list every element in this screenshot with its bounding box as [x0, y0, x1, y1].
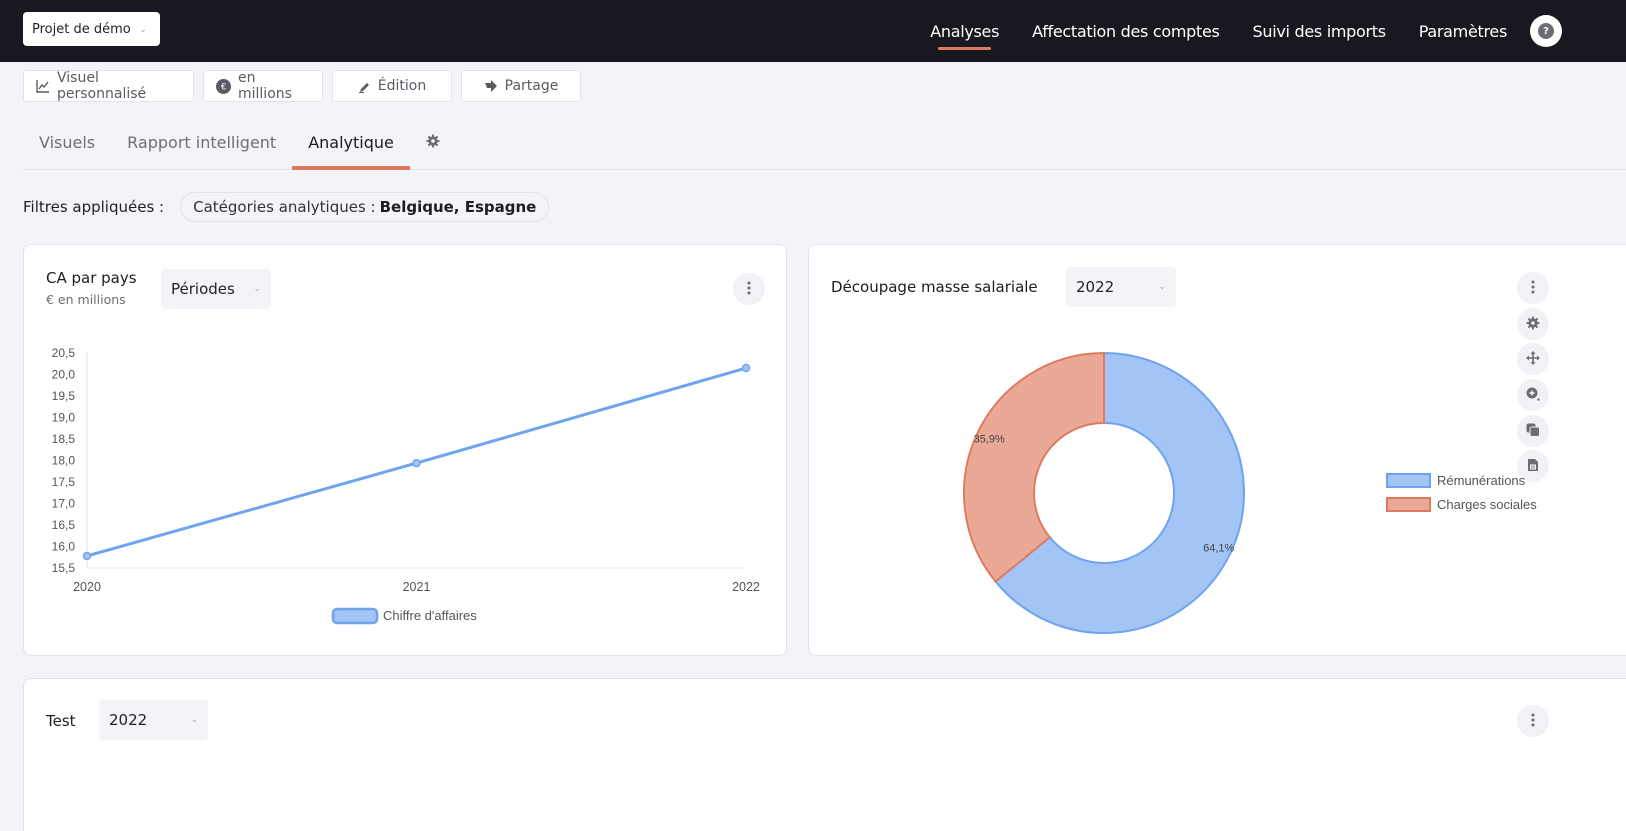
legend-label: Charges sociales	[1437, 497, 1537, 512]
y-tick-label: 15,5	[52, 561, 76, 575]
chevron-down-icon: ⌄	[138, 23, 148, 35]
help-button[interactable]: ?	[1530, 15, 1562, 47]
masse-salariale-card: Découpage masse salariale 2022 ⌄ 64,1% 3…	[808, 244, 1626, 656]
more-vertical-icon	[1531, 712, 1535, 731]
nav-affectation-comptes[interactable]: Affectation des comptes	[1032, 0, 1220, 62]
filter-chip-key: Catégories analytiques :	[193, 198, 376, 216]
custom-visual-button[interactable]: Visuel personnalisé	[23, 70, 194, 102]
project-select-label: Projet de démo	[32, 21, 131, 37]
line-chart: 20,5 20,0 19,5 19,0 18,5 18,0 17,5 17,0 16,5 16,0…	[52, 346, 760, 625]
view-tabs: Visuels Rapport intelligent Analytique	[23, 116, 1626, 170]
toolbar: Visuel personnalisé € en millions Éditio…	[23, 70, 581, 102]
edit-button[interactable]: Édition	[332, 70, 452, 102]
tab-rapport-intelligent[interactable]: Rapport intelligent	[111, 116, 292, 169]
chevron-down-icon: ⌄	[190, 715, 198, 725]
legend-swatch	[1386, 497, 1431, 512]
card-menu-button[interactable]	[1517, 705, 1549, 737]
year-select[interactable]: 2022 ⌄	[99, 700, 208, 740]
custom-visual-label: Visuel personnalisé	[57, 70, 147, 102]
y-tick-label: 20,5	[52, 346, 76, 360]
main-nav: Analyses Affectation des comptes Suivi d…	[930, 0, 1626, 62]
project-select[interactable]: Projet de démo ⌄	[23, 12, 160, 46]
x-tick-label: 2020	[73, 580, 101, 594]
y-tick-label: 18,0	[52, 454, 76, 468]
donut-chart: 64,1% 35,9% Rémunérations Charges sociales	[963, 351, 1537, 634]
nav-suivi-imports[interactable]: Suivi des imports	[1253, 0, 1387, 62]
year-select-value: 2022	[109, 711, 148, 729]
currency-unit-button[interactable]: € en millions	[203, 70, 323, 102]
y-tick-label: 20,0	[52, 368, 76, 382]
share-label: Partage	[504, 78, 559, 94]
euro-icon: €	[216, 78, 231, 94]
ca-par-pays-card: CA par pays € en millions Périodes ⌄ 20,…	[23, 244, 787, 656]
legend-label: Rémunérations	[1437, 473, 1526, 488]
data-point[interactable]	[412, 458, 421, 468]
y-tick-label: 16,0	[52, 540, 76, 554]
slice-percent-label: 64,1%	[1203, 542, 1234, 554]
legend-label-chiffre-affaires: Chiffre d'affaires	[383, 608, 477, 623]
x-tick-label: 2021	[403, 580, 431, 594]
legend-swatch-chiffre-affaires	[331, 607, 379, 625]
y-tick-label: 16,5	[52, 518, 76, 532]
test-card: Test 2022 ⌄	[23, 678, 1626, 831]
y-tick-label: 19,5	[52, 389, 76, 403]
tab-settings-button[interactable]	[418, 116, 448, 169]
nav-parametres[interactable]: Paramètres	[1419, 0, 1508, 62]
gear-icon	[426, 133, 440, 152]
svg-text:€: €	[221, 81, 226, 91]
y-tick-label: 19,0	[52, 411, 76, 425]
x-tick-label: 2022	[732, 580, 760, 594]
card-title: Test	[46, 712, 76, 730]
data-point[interactable]	[82, 551, 92, 561]
y-tick-label: 18,5	[52, 432, 76, 446]
edit-label: Édition	[377, 78, 427, 94]
filter-chip[interactable]: Catégories analytiques : Belgique, Espag…	[180, 192, 550, 222]
share-button[interactable]: Partage	[461, 70, 581, 102]
filters-label: Filtres appliquées :	[23, 198, 165, 216]
data-point[interactable]	[741, 363, 751, 373]
help-icon: ?	[1538, 23, 1554, 39]
tab-analytique[interactable]: Analytique	[292, 116, 410, 170]
line-chart-icon	[36, 79, 50, 93]
y-tick-label: 17,5	[52, 475, 76, 489]
filter-chip-value: Belgique, Espagne	[379, 198, 537, 216]
legend-swatch	[1386, 473, 1431, 488]
donut-slice-charges-sociales[interactable]	[963, 351, 1105, 583]
share-icon	[484, 80, 498, 92]
top-bar: Projet de démo ⌄ Analyses Affectation de…	[0, 0, 1626, 62]
pencil-icon	[358, 80, 371, 93]
y-tick-label: 17,0	[52, 497, 76, 511]
applied-filters: Filtres appliquées : Catégories analytiq…	[23, 192, 550, 222]
slice-percent-label: 35,9%	[974, 434, 1005, 446]
nav-analyses[interactable]: Analyses	[930, 0, 999, 62]
currency-unit-label: en millions	[238, 70, 292, 102]
tab-visuels[interactable]: Visuels	[23, 116, 111, 169]
